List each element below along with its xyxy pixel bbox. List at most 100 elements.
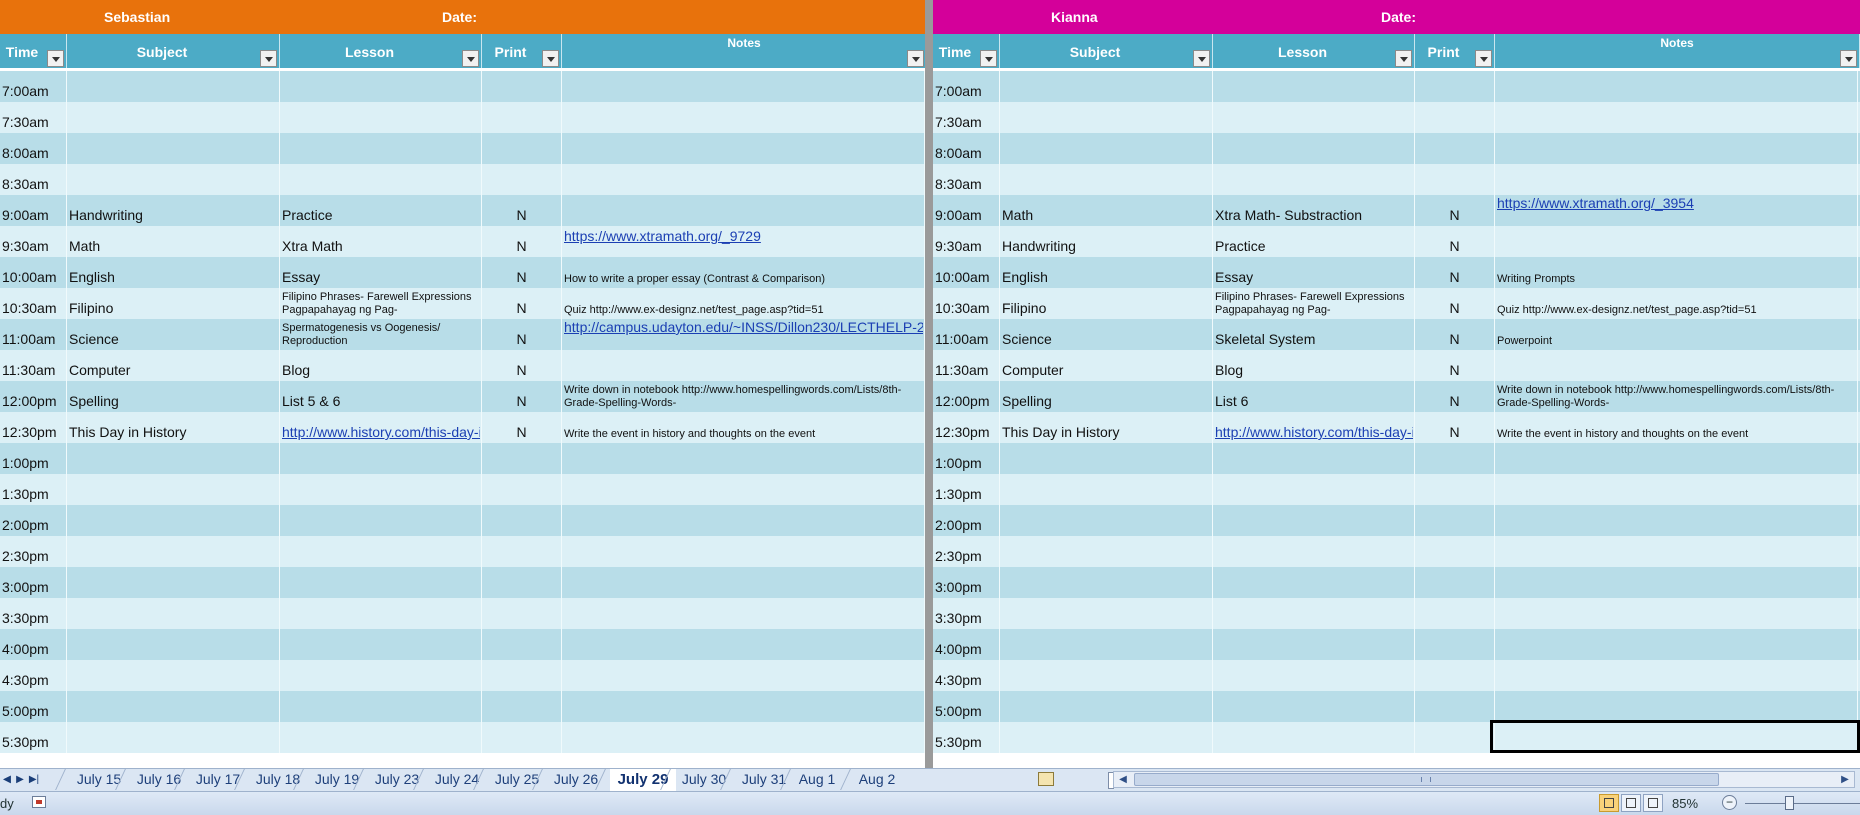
cell-time[interactable]: 12:00pm [0, 381, 67, 412]
cell-lesson[interactable]: Skeletal System [1213, 319, 1415, 350]
cell-time[interactable]: 11:30am [0, 350, 67, 381]
cell-print[interactable] [482, 536, 562, 567]
cell-time[interactable]: 5:00pm [0, 691, 67, 722]
cell-subject[interactable] [1000, 660, 1213, 691]
filter-dropdown-icon[interactable] [907, 50, 924, 67]
cell-subject[interactable] [67, 567, 280, 598]
column-header-print[interactable]: Print [482, 34, 562, 68]
cell-time[interactable]: 11:00am [933, 319, 1000, 350]
cell-notes[interactable]: Write down in notebook http://www.homesp… [562, 381, 925, 412]
cell-print[interactable]: N [1415, 350, 1495, 381]
cell-lesson[interactable] [280, 164, 482, 195]
cell-notes[interactable]: Write the event in history and thoughts … [1495, 412, 1858, 443]
filter-dropdown-icon[interactable] [1475, 50, 1492, 67]
cell-notes[interactable] [1495, 350, 1858, 381]
cell-time[interactable]: 5:30pm [933, 722, 1000, 753]
cell-link[interactable]: http://www.history.com/this-day-i [282, 424, 480, 440]
cell-time[interactable]: 5:30pm [0, 722, 67, 753]
sheet-tab[interactable]: July 29 [610, 769, 676, 792]
cell-lesson[interactable] [280, 102, 482, 133]
student-name[interactable]: Kianna [1051, 9, 1098, 25]
cell-print[interactable] [482, 474, 562, 505]
cell-notes[interactable]: Writing Prompts [1495, 257, 1858, 288]
filter-dropdown-icon[interactable] [1840, 50, 1857, 67]
cell-lesson[interactable] [280, 505, 482, 536]
cell-print[interactable] [1415, 443, 1495, 474]
cell-lesson[interactable] [280, 598, 482, 629]
cell-link[interactable]: http://www.history.com/this-day-i [1215, 424, 1413, 440]
cell-subject[interactable] [67, 722, 280, 753]
cell-print[interactable] [1415, 71, 1495, 102]
cell-print[interactable] [1415, 133, 1495, 164]
cell-lesson[interactable]: Essay [280, 257, 482, 288]
cell-time[interactable]: 3:00pm [933, 567, 1000, 598]
cell-time[interactable]: 4:30pm [933, 660, 1000, 691]
sheet-tab[interactable]: Aug 1 [795, 769, 839, 790]
cell-print[interactable] [482, 722, 562, 753]
cell-print[interactable] [1415, 629, 1495, 660]
cell-print[interactable]: N [1415, 257, 1495, 288]
cell-subject[interactable]: Spelling [1000, 381, 1213, 412]
cell-print[interactable]: N [1415, 381, 1495, 412]
cell-lesson[interactable] [280, 536, 482, 567]
filter-dropdown-icon[interactable] [1395, 50, 1412, 67]
cell-notes[interactable] [562, 164, 925, 195]
cell-lesson[interactable] [280, 567, 482, 598]
cell-lesson[interactable]: http://www.history.com/this-day-i [1213, 412, 1415, 443]
cell-time[interactable]: 10:30am [0, 288, 67, 319]
cell-notes[interactable] [562, 505, 925, 536]
cell-time[interactable]: 2:00pm [0, 505, 67, 536]
cell-notes[interactable] [1495, 226, 1858, 257]
cell-time[interactable]: 2:30pm [933, 536, 1000, 567]
filter-dropdown-icon[interactable] [47, 50, 64, 67]
cell-subject[interactable]: English [1000, 257, 1213, 288]
cell-subject[interactable] [67, 629, 280, 660]
cell-lesson[interactable] [1213, 598, 1415, 629]
filter-dropdown-icon[interactable] [260, 50, 277, 67]
macro-record-icon[interactable] [32, 796, 46, 808]
cell-notes[interactable]: Powerpoint [1495, 319, 1858, 350]
cell-time[interactable]: 4:00pm [0, 629, 67, 660]
cell-print[interactable] [1415, 567, 1495, 598]
cell-subject[interactable]: Computer [67, 350, 280, 381]
cell-subject[interactable] [67, 164, 280, 195]
cell-notes[interactable] [1495, 629, 1858, 660]
cell-print[interactable] [1415, 691, 1495, 722]
cell-lesson[interactable] [1213, 133, 1415, 164]
cell-subject[interactable] [67, 133, 280, 164]
cell-print[interactable] [1415, 164, 1495, 195]
cell-lesson[interactable]: Blog [280, 350, 482, 381]
cell-subject[interactable]: Math [1000, 195, 1213, 226]
column-header-lesson[interactable]: Lesson [280, 34, 482, 68]
cell-print[interactable] [482, 164, 562, 195]
cell-print[interactable] [1415, 102, 1495, 133]
cell-print[interactable]: N [482, 412, 562, 443]
next-sheet-icon[interactable]: ▶ [14, 773, 26, 787]
cell-lesson[interactable]: Practice [280, 195, 482, 226]
cell-subject[interactable] [1000, 505, 1213, 536]
cell-subject[interactable] [1000, 71, 1213, 102]
cell-notes[interactable] [562, 443, 925, 474]
cell-notes[interactable]: Quiz http://www.ex-designz.net/test_page… [562, 288, 925, 319]
sheet-tab[interactable]: Aug 2 [855, 769, 899, 790]
scroll-right-icon[interactable]: ▶ [1838, 773, 1852, 786]
prev-sheet-icon[interactable]: ◀ [1, 773, 13, 787]
cell-time[interactable]: 2:30pm [0, 536, 67, 567]
cell-notes[interactable]: Quiz http://www.ex-designz.net/test_page… [1495, 288, 1858, 319]
cell-time[interactable]: 12:30pm [933, 412, 1000, 443]
cell-time[interactable]: 2:00pm [933, 505, 1000, 536]
filter-dropdown-icon[interactable] [980, 50, 997, 67]
cell-subject[interactable] [1000, 536, 1213, 567]
cell-link[interactable]: https://www.xtramath.org/_9729 [564, 228, 923, 244]
cell-print[interactable] [482, 505, 562, 536]
cell-time[interactable]: 3:30pm [933, 598, 1000, 629]
cell-link[interactable]: https://www.xtramath.org/_3954 [1497, 195, 1856, 211]
cell-notes[interactable] [562, 567, 925, 598]
cell-print[interactable] [482, 567, 562, 598]
column-header-subject[interactable]: Subject [1000, 34, 1213, 68]
cell-print[interactable] [482, 598, 562, 629]
cell-subject[interactable]: Handwriting [1000, 226, 1213, 257]
cell-print[interactable]: N [1415, 195, 1495, 226]
zoom-level[interactable]: 85% [1672, 796, 1698, 811]
cell-notes[interactable] [1495, 443, 1858, 474]
